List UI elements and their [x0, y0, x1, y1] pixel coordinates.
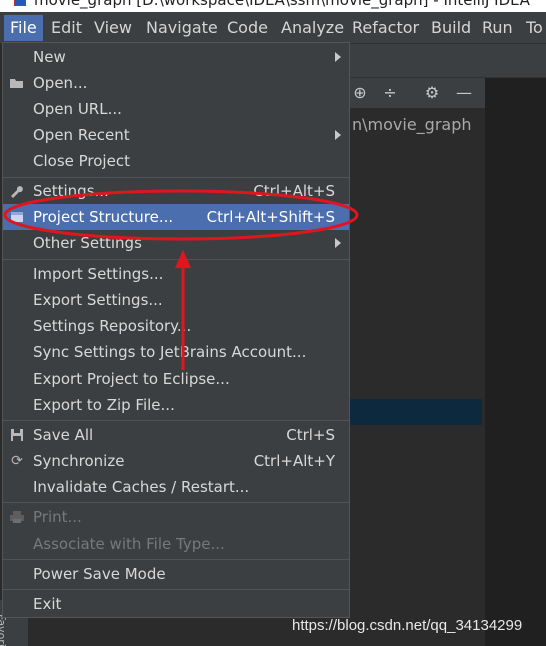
editor-area — [485, 78, 546, 646]
menu-item-label: Power Save Mode — [33, 565, 166, 583]
project-structure-icon — [9, 209, 25, 225]
refresh-icon: ⟳ — [11, 453, 23, 469]
menu-item-label: Synchronize — [33, 452, 125, 470]
menu-separator — [3, 259, 349, 260]
menu-item-save-all[interactable]: Save All Ctrl+S — [3, 422, 349, 448]
file-menu-dropdown: New Open... Open URL... Open Recent Clos… — [2, 42, 350, 618]
menu-item-open[interactable]: Open... — [3, 70, 349, 96]
menu-item-label: Exit — [33, 595, 62, 613]
project-tree-selected-row[interactable] — [350, 399, 482, 425]
menu-item-label: Export Settings... — [33, 291, 163, 309]
folder-open-icon — [9, 75, 25, 91]
menu-item-shortcut: Ctrl+Alt+Y — [253, 452, 335, 470]
menu-item-shortcut: Ctrl+Alt+Shift+S — [206, 208, 335, 226]
menu-item-invalidate-caches[interactable]: Invalidate Caches / Restart... — [3, 474, 349, 500]
save-icon — [9, 427, 25, 443]
menu-item-label: Export to Zip File... — [33, 396, 175, 414]
menu-item-sync-settings[interactable]: Sync Settings to JetBrains Account... — [3, 339, 349, 365]
menu-code[interactable]: Code — [221, 15, 274, 41]
locate-target-icon[interactable]: ⊕ — [350, 83, 370, 103]
project-panel-toolbar: ⊕ ÷ ⚙ — — [350, 78, 485, 108]
watermark-text: https://blog.csdn.net/qq_34134299 — [292, 617, 523, 634]
menu-separator — [3, 502, 349, 503]
menu-navigate[interactable]: Navigate — [140, 15, 224, 41]
menu-item-label: Invalidate Caches / Restart... — [33, 478, 250, 496]
intellij-app-icon — [14, 0, 26, 6]
menu-item-label: Print... — [33, 508, 82, 526]
menu-item-new[interactable]: New — [3, 44, 349, 70]
main-toolbar — [350, 44, 546, 78]
menu-run[interactable]: Run — [476, 15, 519, 41]
menu-refactor[interactable]: Refactor — [346, 15, 425, 41]
menu-item-export-eclipse[interactable]: Export Project to Eclipse... — [3, 366, 349, 392]
window-title: movie_graph [D:\workspace\IDEA\ssm\movie… — [34, 0, 530, 9]
menu-item-label: Open URL... — [33, 100, 122, 118]
menu-tools[interactable]: To — [520, 15, 546, 41]
menu-file[interactable]: File — [4, 15, 43, 41]
menu-item-label: Other Settings — [33, 234, 142, 252]
menu-item-export-zip[interactable]: Export to Zip File... — [3, 392, 349, 418]
menu-edit[interactable]: Edit — [45, 15, 88, 41]
wrench-icon — [9, 183, 25, 199]
menu-item-open-url[interactable]: Open URL... — [3, 96, 349, 122]
submenu-arrow-icon — [335, 52, 341, 62]
main-menubar: File Edit View Navigate Code Analyze Ref… — [0, 12, 546, 44]
menu-separator — [3, 559, 349, 560]
menu-analyze[interactable]: Analyze — [275, 15, 350, 41]
menu-item-label: Close Project — [33, 152, 130, 170]
menu-build[interactable]: Build — [425, 15, 477, 41]
menu-item-label: Settings Repository... — [33, 317, 192, 335]
collapse-all-icon[interactable]: ÷ — [380, 83, 400, 103]
menu-item-label: Open... — [33, 74, 88, 92]
menu-item-shortcut: Ctrl+S — [286, 426, 335, 444]
menu-item-export-settings[interactable]: Export Settings... — [3, 287, 349, 313]
menu-item-settings-repository[interactable]: Settings Repository... — [3, 313, 349, 339]
menu-item-label: Export Project to Eclipse... — [33, 370, 230, 388]
minimize-icon[interactable]: — — [454, 83, 474, 103]
submenu-arrow-icon — [335, 238, 341, 248]
menu-item-power-save-mode[interactable]: Power Save Mode — [3, 561, 349, 587]
menu-item-settings[interactable]: Settings... Ctrl+Alt+S — [3, 178, 349, 204]
menu-item-close-project[interactable]: Close Project — [3, 148, 349, 174]
menu-item-label: Save All — [33, 426, 94, 444]
menu-item-label: New — [33, 48, 66, 66]
menu-item-associate-file-type[interactable]: Associate with File Type... — [3, 531, 349, 557]
menu-item-label: Open Recent — [33, 126, 130, 144]
window-titlebar: movie_graph [D:\workspace\IDEA\ssm\movie… — [0, 0, 546, 12]
menu-item-open-recent[interactable]: Open Recent — [3, 122, 349, 148]
gear-icon[interactable]: ⚙ — [422, 83, 442, 103]
menu-item-project-structure[interactable]: Project Structure... Ctrl+Alt+Shift+S — [3, 204, 349, 230]
menu-item-import-settings[interactable]: Import Settings... — [3, 261, 349, 287]
printer-icon — [9, 509, 25, 525]
menu-separator — [3, 589, 349, 590]
menu-item-label: Project Structure... — [33, 208, 174, 226]
menu-item-exit[interactable]: Exit — [3, 591, 349, 617]
menu-item-other-settings[interactable]: Other Settings — [3, 230, 349, 256]
menu-item-label: Import Settings... — [33, 265, 164, 283]
menu-view[interactable]: View — [88, 15, 138, 41]
project-path-text: n\movie_graph — [352, 115, 472, 134]
menu-item-label: Settings... — [33, 182, 109, 200]
menu-separator — [3, 420, 349, 421]
favorites-tab[interactable]: Favori — [0, 614, 8, 646]
menu-item-shortcut: Ctrl+Alt+S — [253, 182, 335, 200]
submenu-arrow-icon — [335, 130, 341, 140]
menu-item-label: Associate with File Type... — [33, 535, 225, 553]
menu-item-synchronize[interactable]: ⟳ Synchronize Ctrl+Alt+Y — [3, 448, 349, 474]
menu-item-print[interactable]: Print... — [3, 504, 349, 530]
menu-item-label: Sync Settings to JetBrains Account... — [33, 343, 307, 361]
